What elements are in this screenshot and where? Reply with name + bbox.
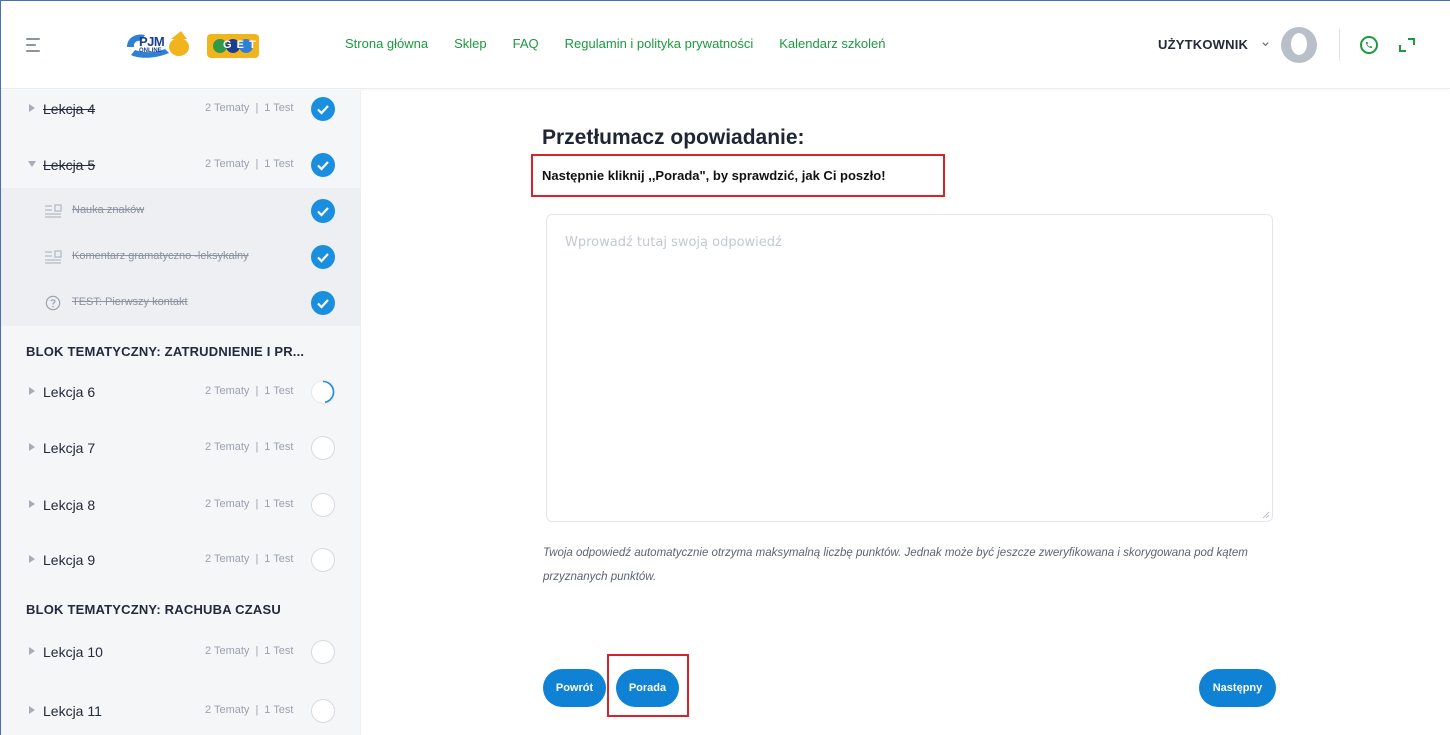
quiz-label: TEST: Pierwszy kontakt	[72, 296, 188, 308]
nav-link-home[interactable]: Strona główna	[345, 36, 428, 51]
quiz-item[interactable]: TEST: Pierwszy kontakt	[1, 280, 361, 326]
block-heading: BLOK TEMATYCZNY: RACHUBA CZASU	[26, 602, 281, 617]
nav-link-shop[interactable]: Sklep	[454, 36, 487, 51]
lesson-label: Lekcja 7	[43, 440, 96, 456]
top-header: PJM ONLINE G E T Strona główna Sklep FAQ…	[1, 1, 1450, 89]
expand-arrow-icon[interactable]	[29, 555, 35, 563]
back-button[interactable]: Powrót	[543, 669, 606, 707]
nav-link-faq[interactable]: FAQ	[513, 36, 539, 51]
logo-badge: G E T	[223, 39, 257, 51]
lesson-label: Lekcja 8	[43, 497, 96, 513]
app-window: PJM ONLINE G E T Strona główna Sklep FAQ…	[0, 0, 1450, 735]
lesson-item[interactable]: Lekcja 5 2 Tematy | 1 Test	[1, 138, 361, 194]
nav-link-calendar[interactable]: Kalendarz szkoleń	[779, 36, 885, 51]
topic-label: Komentarz gramatyczno -leksykalny	[72, 250, 249, 262]
resize-grip-icon[interactable]	[1260, 509, 1270, 519]
expand-arrow-icon[interactable]	[29, 104, 35, 112]
topic-label: Nauka znaków	[72, 204, 145, 216]
logo-subtext: ONLINE	[139, 48, 162, 54]
user-menu-label[interactable]: UŻYTKOWNIK	[1158, 37, 1248, 52]
lesson-label: Lekcja 6	[43, 384, 96, 400]
question-icon	[45, 295, 61, 311]
check-icon	[311, 97, 335, 121]
main-nav: Strona główna Sklep FAQ Regulamin i poli…	[345, 36, 912, 51]
tip-button[interactable]: Porada	[616, 669, 679, 707]
lesson-meta: 2 Tematy | 1 Test	[205, 498, 294, 510]
lesson-meta: 2 Tematy | 1 Test	[205, 158, 294, 170]
next-button[interactable]: Następny	[1199, 669, 1276, 707]
lesson-label: Lekcja 11	[43, 703, 102, 719]
topic-icon	[45, 250, 62, 264]
expand-arrow-icon[interactable]	[29, 647, 35, 655]
status-circle-icon	[311, 640, 335, 664]
lesson-meta: 2 Tematy | 1 Test	[205, 645, 294, 657]
nav-link-terms[interactable]: Regulamin i polityka prywatności	[565, 36, 754, 51]
topic-icon	[45, 204, 62, 218]
header-divider	[1339, 29, 1340, 61]
page-title: Przetłumacz opowiadanie:	[542, 126, 805, 149]
collapse-arrow-icon[interactable]	[28, 161, 36, 167]
topic-item[interactable]: Nauka znaków	[1, 188, 361, 234]
instruction-text: Następnie kliknij ,,Porada", by sprawdzi…	[542, 168, 886, 183]
lesson-label: Lekcja 4	[43, 101, 96, 117]
expand-arrow-icon[interactable]	[29, 443, 35, 451]
avatar[interactable]	[1281, 27, 1317, 63]
lesson-meta: 2 Tematy | 1 Test	[205, 102, 294, 114]
status-circle-icon	[311, 548, 335, 572]
lesson-item[interactable]: Lekcja 9 2 Tematy | 1 Test	[1, 533, 361, 589]
lesson-item[interactable]: Lekcja 8 2 Tematy | 1 Test	[1, 478, 361, 534]
expand-arrow-icon[interactable]	[29, 500, 35, 508]
topic-item[interactable]: Komentarz gramatyczno -leksykalny	[1, 234, 361, 280]
lesson-item[interactable]: Lekcja 4 2 Tematy | 1 Test	[1, 82, 361, 138]
progress-ring-icon	[311, 380, 335, 404]
status-circle-icon	[311, 699, 335, 723]
logo-text: PJM	[139, 34, 165, 49]
expand-arrow-icon[interactable]	[29, 387, 35, 395]
lesson-item[interactable]: Lekcja 7 2 Tematy | 1 Test	[1, 421, 361, 477]
lesson-meta: 2 Tematy | 1 Test	[205, 385, 294, 397]
status-circle-icon	[311, 493, 335, 517]
lesson-meta: 2 Tematy | 1 Test	[205, 441, 294, 453]
check-icon	[311, 245, 335, 269]
lesson-item[interactable]: Lekcja 10 2 Tematy | 1 Test	[1, 625, 361, 681]
check-icon	[311, 291, 335, 315]
expand-arrow-icon[interactable]	[29, 706, 35, 714]
lesson-item[interactable]: Lekcja 6 2 Tematy | 1 Test	[1, 365, 361, 421]
lesson-meta: 2 Tematy | 1 Test	[205, 704, 294, 716]
scoring-note: Twoja odpowiedź automatycznie otrzyma ma…	[543, 547, 1248, 583]
whatsapp-icon[interactable]	[1359, 35, 1379, 55]
block-heading: BLOK TEMATYCZNY: ZATRUDNIENIE I PR...	[26, 344, 305, 359]
answer-textarea[interactable]	[546, 214, 1273, 522]
lesson-meta: 2 Tematy | 1 Test	[205, 553, 294, 565]
course-sidebar: Lekcja 4 2 Tematy | 1 Test Lekcja 5 2 Tema…	[1, 90, 361, 735]
lesson-label: Lekcja 5	[43, 157, 96, 173]
status-circle-icon	[311, 436, 335, 460]
check-icon	[311, 153, 335, 177]
expand-icon[interactable]	[1397, 36, 1417, 54]
chevron-down-icon[interactable]	[1261, 40, 1270, 49]
lesson-item[interactable]: Lekcja 11 2 Tematy | 1 Test	[1, 684, 361, 735]
lesson-label: Lekcja 10	[43, 644, 103, 660]
hamburger-icon[interactable]	[26, 38, 42, 52]
check-icon	[311, 199, 335, 223]
lesson-label: Lekcja 9	[43, 552, 96, 568]
